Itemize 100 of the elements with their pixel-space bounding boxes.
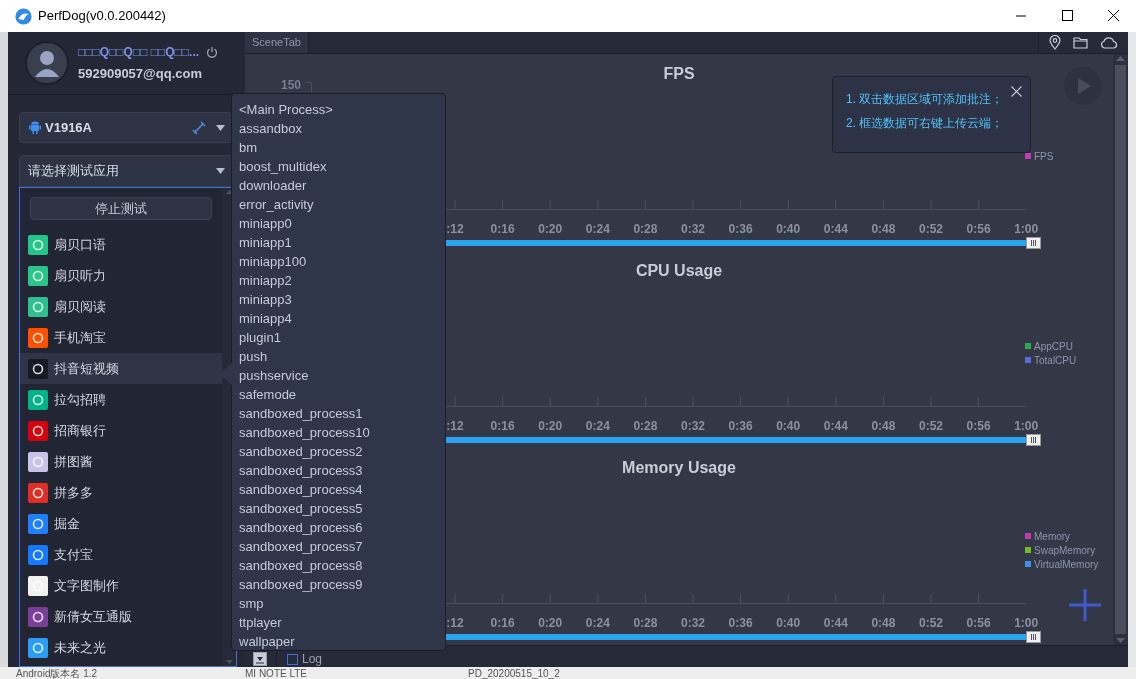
process-menu-item[interactable]: miniapp2 bbox=[239, 271, 438, 290]
axis-label: 0:44 bbox=[822, 615, 849, 632]
process-menu-item[interactable]: ttplayer bbox=[239, 613, 438, 632]
axis-label: 0:32 bbox=[680, 418, 706, 435]
app-list-item[interactable]: 拉勾招聘 bbox=[20, 384, 222, 415]
axis-label: 0:20 bbox=[537, 615, 564, 632]
caret-icon bbox=[216, 124, 225, 131]
axis-label: 0:36 bbox=[727, 221, 754, 238]
axis-label: 0:52 bbox=[918, 418, 944, 435]
range-handle-icon[interactable] bbox=[1026, 631, 1041, 643]
process-menu-item[interactable]: sandboxed_process8 bbox=[239, 556, 438, 575]
range-handle-icon[interactable] bbox=[1026, 237, 1041, 249]
axis-label: 1:00 bbox=[1013, 418, 1040, 435]
process-menu-item[interactable]: sandboxed_process6 bbox=[239, 518, 438, 537]
axis-label: 0:56 bbox=[965, 615, 992, 632]
process-menu-item[interactable]: boost_multidex bbox=[239, 157, 438, 176]
axis-label: :12 bbox=[445, 615, 465, 632]
legend-label: Memory bbox=[1034, 529, 1071, 544]
process-menu-item[interactable]: downloader bbox=[239, 176, 438, 195]
stop-test-button[interactable]: 停止测试 bbox=[30, 197, 212, 220]
process-menu-item[interactable]: bm bbox=[239, 138, 438, 157]
folder-icon[interactable] bbox=[1073, 36, 1088, 49]
process-menu-item[interactable]: sandboxed_process4 bbox=[239, 480, 438, 499]
axis-label: 0:16 bbox=[489, 418, 516, 435]
process-menu-item[interactable]: error_activity bbox=[239, 195, 438, 214]
process-menu-item[interactable]: sandboxed_process10 bbox=[239, 423, 438, 442]
app-list-item[interactable]: 手机淘宝 bbox=[20, 322, 222, 353]
process-menu-item[interactable]: sandboxed_process3 bbox=[239, 461, 438, 480]
caret-icon bbox=[216, 168, 225, 174]
app-list-item[interactable]: 拼图酱 bbox=[20, 446, 222, 477]
app-dropdown[interactable]: 请选择测试应用 bbox=[19, 155, 232, 187]
process-menu-item[interactable]: sandboxed_process5 bbox=[239, 499, 438, 518]
process-menu-item[interactable]: sandboxed_process2 bbox=[239, 442, 438, 461]
process-menu-item[interactable]: miniapp1 bbox=[239, 233, 438, 252]
process-menu-item[interactable]: <Main Process> bbox=[239, 100, 438, 119]
axis-label: 0:48 bbox=[870, 418, 897, 435]
axis-label: 0:56 bbox=[965, 221, 992, 238]
range-handle-icon[interactable] bbox=[1026, 434, 1041, 446]
axis-label: 0:44 bbox=[822, 418, 849, 435]
axis-label: 0:32 bbox=[680, 615, 706, 632]
axis-label: 0:52 bbox=[918, 221, 944, 238]
process-menu-item[interactable]: push bbox=[239, 347, 438, 366]
legend-label: SwapMemory bbox=[1034, 543, 1096, 558]
app-list-item[interactable]: 掘金 bbox=[20, 508, 222, 539]
device-dropdown[interactable]: V1916A bbox=[19, 112, 232, 143]
axis-label: 0:24 bbox=[584, 221, 611, 238]
background-text: Android版本名 1.2 bbox=[16, 667, 99, 679]
axis-label: 0:28 bbox=[632, 221, 659, 238]
process-menu-item[interactable]: wallpaper bbox=[239, 632, 438, 651]
background-text: MI NOTE LTE bbox=[245, 667, 309, 679]
dropdown-toggle-icon[interactable] bbox=[253, 652, 267, 666]
scene-tab[interactable]: SceneTab bbox=[245, 32, 309, 53]
axis-label: 0:16 bbox=[489, 221, 516, 238]
legend-label: FPS bbox=[1034, 149, 1054, 164]
axis-label: 0:52 bbox=[918, 615, 944, 632]
legend-label: TotalCPU bbox=[1034, 353, 1077, 368]
chart-title: FPS bbox=[663, 64, 695, 84]
app-list-item[interactable]: 支付宝 bbox=[20, 539, 222, 570]
process-menu-item[interactable]: assandbox bbox=[239, 119, 438, 138]
app-list-item[interactable]: 扇贝口语 bbox=[20, 229, 222, 260]
process-menu-item[interactable]: miniapp3 bbox=[239, 290, 438, 309]
axis-tick-icon bbox=[306, 82, 312, 92]
process-menu-item[interactable]: miniapp100 bbox=[239, 252, 438, 271]
axis-label: 0:36 bbox=[727, 615, 754, 632]
axis-label: 0:44 bbox=[822, 221, 849, 238]
process-menu-item[interactable]: miniapp0 bbox=[239, 214, 438, 233]
account-name: □□□Q□□Q□□ □□Q□□... bbox=[78, 43, 200, 61]
scrollbar[interactable] bbox=[1113, 54, 1128, 645]
cloud-icon[interactable] bbox=[1100, 36, 1118, 49]
avatar-icon bbox=[25, 41, 69, 85]
app-list-item[interactable]: 抖音短视频 bbox=[20, 353, 222, 384]
app-list-item[interactable]: 拼多多 bbox=[20, 477, 222, 508]
tip-text: 2. 框选数据可右键上传云端； bbox=[846, 115, 1005, 132]
process-menu-item[interactable]: sandboxed_process7 bbox=[239, 537, 438, 556]
power-icon[interactable] bbox=[206, 45, 219, 58]
process-menu-item[interactable]: sandboxed_process1 bbox=[239, 404, 438, 423]
axis-label: 0:32 bbox=[680, 221, 706, 238]
process-menu-item[interactable]: safemode bbox=[239, 385, 438, 404]
close-icon[interactable] bbox=[1011, 86, 1022, 97]
usb-link-icon bbox=[192, 120, 206, 135]
axis-label: 0:48 bbox=[870, 221, 897, 238]
process-menu-item[interactable]: pushservice bbox=[239, 366, 438, 385]
app-list-item[interactable]: 新倩女互通版 bbox=[20, 601, 222, 632]
app-list-item[interactable]: 扇贝听力 bbox=[20, 260, 222, 291]
app-list-item[interactable]: 文字图制作 bbox=[20, 570, 222, 601]
process-menu-item[interactable]: sandboxed_process9 bbox=[239, 575, 438, 594]
log-checkbox[interactable]: Log bbox=[287, 650, 323, 668]
scrollbar-thumb[interactable] bbox=[1115, 65, 1126, 634]
app-list-item[interactable]: 扇贝阅读 bbox=[20, 291, 222, 322]
axis-label: 1:00 bbox=[1013, 615, 1040, 632]
app-logo-icon bbox=[15, 7, 32, 25]
app-list-item[interactable]: 未来之光 bbox=[20, 632, 222, 663]
app-list-item[interactable]: 招商银行 bbox=[20, 415, 222, 446]
axis-label: 0:40 bbox=[775, 418, 802, 435]
location-pin-icon[interactable] bbox=[1049, 35, 1061, 50]
process-menu-item[interactable]: miniapp4 bbox=[239, 309, 438, 328]
process-menu-item[interactable]: plugin1 bbox=[239, 328, 438, 347]
android-icon bbox=[29, 121, 41, 134]
process-menu-item[interactable]: smp bbox=[239, 594, 438, 613]
legend-label: VirtualMemory bbox=[1034, 557, 1099, 572]
